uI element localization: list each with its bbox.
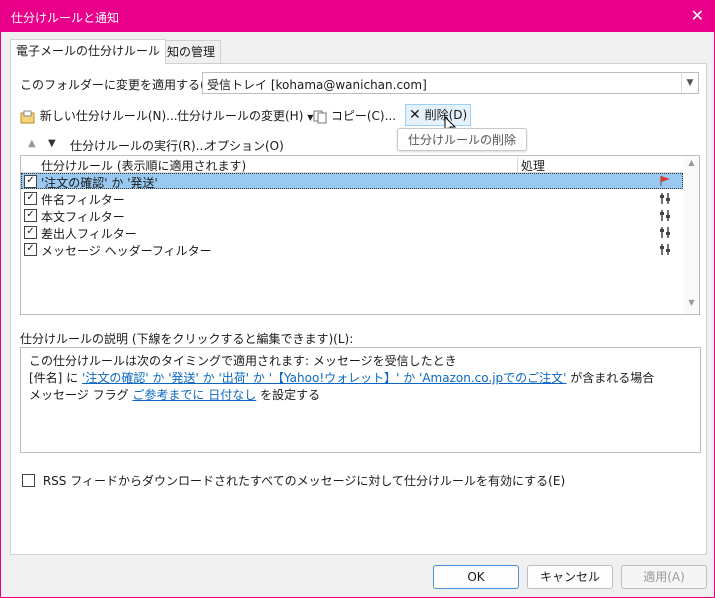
flag-link[interactable]: ご参考までに 日付なし [132, 388, 256, 402]
chevron-down-icon[interactable]: ▼ [681, 73, 698, 93]
subject-prefix: [件名] に [29, 371, 79, 385]
change-rule-button[interactable]: 仕分けルールの変更(H) ▼ [177, 107, 313, 124]
tools-icon [659, 226, 673, 242]
tools-icon [659, 192, 673, 208]
rss-label: RSS フィードからダウンロードされたすべてのメッセージに対して仕分けルールを有… [42, 474, 566, 488]
rules-list[interactable]: 仕分けルール (表示順に適用されます) 処理 ✓ '注文の確認' か '発送' ✓ 件… [20, 155, 700, 315]
copy-rule-button[interactable]: コピー(C)... [313, 107, 396, 124]
cancel-button[interactable]: キャンセル [527, 565, 613, 589]
description-box: この仕分けルールは次のタイミングで適用されます: メッセージを受信したとき [件… [20, 347, 701, 453]
rule-row[interactable]: ✓ 件名フィルター [21, 190, 683, 208]
keywords-link[interactable]: '注文の確認' か '発送' か '出荷' か '【Yahoo!ウォレット】' … [82, 371, 566, 385]
description-label: 仕分けルールの説明 (下線をクリックすると編集できます)(L): [20, 332, 354, 346]
description-line-1: この仕分けルールは次のタイミングで適用されます: メッセージを受信したとき [29, 354, 457, 368]
rule-name: メッセージ ヘッダーフィルター [41, 244, 212, 258]
run-rules-button[interactable]: 仕分けルールの実行(R)... [70, 137, 207, 154]
description-line-2: [件名] に '注文の確認' か '発送' か '出荷' か '【Yahoo!ウ… [29, 369, 654, 386]
col-action-header[interactable]: 処理 [517, 157, 545, 173]
rule-checkbox[interactable]: ✓ [24, 209, 37, 222]
rules-list-header: 仕分けルール (表示順に適用されます) 処理 [21, 156, 683, 173]
rules-toolbar: 新しい仕分けルール(N)... 仕分けルールの変更(H) ▼ コピー(C)...… [20, 104, 700, 135]
folder-value: 受信トレイ [kohama@wanichan.com] [207, 78, 427, 92]
rules-panel: このフォルダーに変更を適用する(F): 受信トレイ [kohama@wanich… [10, 63, 707, 555]
new-rule-label: 新しい仕分けルール(N)... [39, 109, 178, 123]
new-rule-icon [20, 110, 35, 123]
rule-row[interactable]: ✓ 差出人フィルター [21, 224, 683, 242]
ok-button[interactable]: OK [433, 565, 519, 589]
change-rule-label: 仕分けルールの変更(H) [177, 109, 304, 123]
close-icon[interactable]: ✕ [691, 6, 704, 25]
tab-email-rules[interactable]: 電子メールの仕分けルール [10, 39, 167, 64]
col-rule-header[interactable]: 仕分けルール (表示順に適用されます) [41, 157, 246, 174]
rule-name: 差出人フィルター [41, 227, 137, 241]
rss-option[interactable]: RSS フィードからダウンロードされたすべてのメッセージに対して仕分けルールを有… [22, 472, 565, 489]
scroll-up-icon[interactable]: ▲ [684, 158, 699, 172]
rule-row[interactable]: ✓ '注文の確認' か '発送' [21, 173, 683, 190]
move-down-icon[interactable]: ▼ [48, 138, 56, 149]
condition-suffix: が含まれる場合 [570, 371, 655, 385]
copy-label: コピー(C)... [330, 109, 397, 123]
rule-checkbox[interactable]: ✓ [24, 192, 37, 205]
copy-icon [313, 110, 327, 123]
rule-name: 件名フィルター [41, 193, 125, 207]
rule-checkbox[interactable]: ✓ [24, 175, 37, 188]
rule-row[interactable]: ✓ 本文フィルター [21, 207, 683, 225]
flag-suffix: を設定する [260, 388, 321, 402]
rule-checkbox[interactable]: ✓ [24, 243, 37, 256]
delete-rule-button[interactable]: ✕ 削除(D) [405, 104, 472, 126]
move-up-icon[interactable]: ▲ [28, 138, 36, 149]
rule-name: 本文フィルター [41, 210, 125, 224]
options-button[interactable]: オプション(O) [205, 137, 284, 154]
rules-dialog: 仕分けルールと通知 ✕ 電子メールの仕分けルール 通知の管理 このフォルダーに変… [0, 0, 715, 598]
rss-checkbox[interactable] [22, 474, 35, 487]
title-bar: 仕分けルールと通知 ✕ [1, 1, 714, 32]
rule-checkbox[interactable]: ✓ [24, 226, 37, 239]
folder-select[interactable]: 受信トレイ [kohama@wanichan.com] ▼ [202, 72, 699, 94]
scroll-down-icon[interactable]: ▼ [684, 298, 699, 312]
window-title: 仕分けルールと通知 [11, 11, 120, 25]
tools-icon [659, 209, 673, 225]
rule-row[interactable]: ✓ メッセージ ヘッダーフィルター [21, 241, 683, 259]
folder-label: このフォルダーに変更を適用する(F): [20, 78, 221, 92]
rules-toolbar-secondary: ▲ ▼ 仕分けルールの実行(R)... オプション(O) [20, 136, 700, 156]
flag-icon [659, 175, 671, 190]
description-line-3: メッセージ フラグ ご参考までに 日付なし を設定する [29, 386, 320, 403]
delete-icon: ✕ [409, 107, 421, 123]
rule-name: '注文の確認' か '発送' [41, 176, 158, 190]
tools-icon [659, 243, 673, 259]
flag-prefix: メッセージ フラグ [29, 388, 129, 402]
apply-button[interactable]: 適用(A) [621, 565, 707, 589]
rules-list-scrollbar[interactable]: ▲ ▼ [684, 156, 699, 314]
new-rule-button[interactable]: 新しい仕分けルール(N)... [20, 107, 178, 124]
